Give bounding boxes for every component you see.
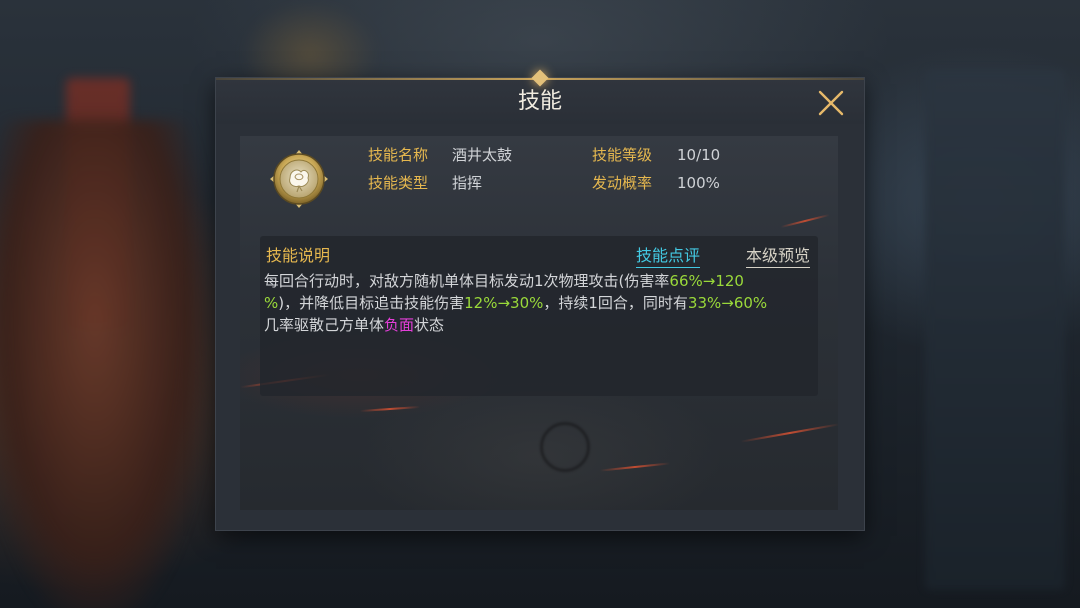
skill-name-value: 酒井太鼓 [452,146,513,164]
background-blur-shape [240,0,380,90]
ember-streak [600,462,670,472]
highlight-value: 33%→60% [687,294,768,312]
highlight-value: 12%→30% [464,294,544,312]
trigger-chance-value: 100% [677,174,720,192]
close-icon [818,90,844,116]
trigger-chance-label: 发动概率 [592,174,653,192]
skill-content-panel: 技能名称 酒井太鼓 技能等级 10/10 技能类型 指挥 发动概率 100% 技… [240,136,838,510]
highlight-value: 负面 [384,316,415,334]
ember-streak [740,423,838,443]
dialog-title: 技能 [517,89,562,114]
skill-type-label: 技能类型 [368,174,429,192]
background-character [0,120,210,608]
skill-dialog: 技能 技能名称 酒井太鼓 技能等级 10/10 技能类型 指挥 发动概率 100… [216,69,864,530]
ember-streak [780,213,830,229]
skill-description-box: 技能说明 技能点评 本级预览 每回合行动时，对敌方随机单体目标发动1次物理攻击(… [260,236,818,396]
close-button[interactable] [814,86,848,120]
dialog-header: 技能 [216,80,864,124]
highlight-value: 66%→120 [669,272,744,290]
description-title: 技能说明 [266,246,331,265]
background-side-panel [925,70,1065,590]
skill-name-label: 技能名称 [368,146,429,164]
description-text-segment: 每回合行动时，对敌方随机单体目标发动1次物理攻击(伤害率 [264,272,670,290]
level-preview-link[interactable]: 本级预览 [746,242,811,268]
description-line: %)，并降低目标追击技能伤害12%→30%，持续1回合，同时有33%→60% [264,292,767,314]
rose-emblem-icon[interactable] [268,148,330,210]
ember-streak [360,405,420,413]
skill-level-label: 技能等级 [592,146,653,164]
description-text-segment: ，持续1回合，同时有 [543,294,688,312]
skill-type-value: 指挥 [452,174,483,192]
skill-review-link[interactable]: 技能点评 [636,242,701,268]
description-line: 每回合行动时，对敌方随机单体目标发动1次物理攻击(伤害率66%→120 [264,270,744,292]
skill-level-value: 10/10 [677,146,721,164]
background-wheel [540,422,590,472]
highlight-value: % [264,294,279,312]
description-text-segment: 状态 [414,316,445,334]
description-line: 几率驱散己方单体负面状态 [264,314,444,336]
description-text-segment: )，并降低目标追击技能伤害 [278,294,465,312]
description-text-segment: 几率驱散己方单体 [264,316,385,334]
